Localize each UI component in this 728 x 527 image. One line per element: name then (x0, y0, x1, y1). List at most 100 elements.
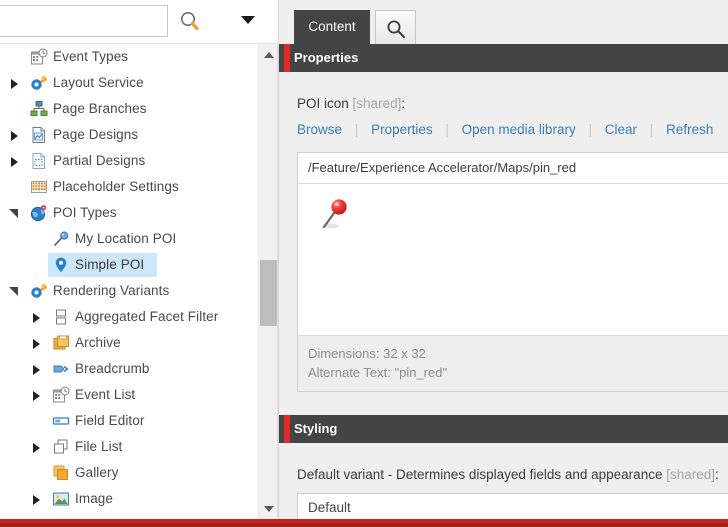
chevron-down-icon[interactable] (241, 16, 255, 24)
tree-item-layout-service[interactable]: Layout Service (0, 70, 258, 96)
tree-item-label: Layout Service (53, 75, 144, 90)
tree-item-label: Archive (75, 335, 121, 350)
event-list-icon (52, 386, 70, 404)
tree-item-event-types[interactable]: Event Types (0, 44, 258, 70)
tree-item-label: My Location POI (75, 231, 177, 246)
aggregated-facet-filter-icon (52, 308, 70, 326)
tree-item-label: Field Editor (75, 413, 145, 428)
red-pushpin-icon (318, 198, 352, 241)
tree-item-my-location-poi[interactable]: My Location POI (0, 226, 258, 252)
tree-item-event-list[interactable]: Event List (0, 382, 258, 408)
media-path-value[interactable]: /Feature/Experience Accelerator/Maps/pin… (298, 153, 728, 184)
tree-item-label: Event List (75, 387, 136, 402)
my-location-poi-icon (52, 230, 70, 248)
field-command-links: Browse | Properties | Open media library… (297, 122, 713, 142)
scroll-down-arrow-icon[interactable] (259, 500, 278, 517)
tree-item-label: Breadcrumb (75, 361, 150, 376)
tree-item-label: Event Types (53, 49, 129, 64)
expand-arrow-icon[interactable] (30, 382, 44, 408)
scrollbar-thumb[interactable] (260, 260, 277, 326)
tree-item-gallery[interactable]: Gallery (0, 460, 258, 486)
search-icon[interactable] (176, 8, 204, 34)
breadcrumb-icon (52, 360, 70, 378)
tree-item-aggregated-facet-filter[interactable]: Aggregated Facet Filter (0, 304, 258, 330)
page-designs-icon (30, 126, 48, 144)
refresh-link[interactable]: Refresh (666, 122, 713, 137)
expand-arrow-icon[interactable] (30, 356, 44, 382)
tree-item-label: Partial Designs (53, 153, 146, 168)
tree-item-label: Placeholder Settings (53, 179, 179, 194)
tab-content[interactable]: Content (294, 10, 370, 44)
poi-icon-field-label: POI icon [shared]: (297, 96, 405, 111)
content-tree-panel: Event Types Layout Service Page Branches Pa… (0, 0, 279, 527)
tree-item-file-list[interactable]: File List (0, 434, 258, 460)
link-separator: | (445, 122, 449, 137)
tree-item-simple-poi[interactable]: Simple POI (0, 252, 258, 278)
file-list-icon (52, 438, 70, 456)
tree-item-page-designs[interactable]: Page Designs (0, 122, 258, 148)
expand-arrow-icon[interactable] (30, 330, 44, 356)
partial-designs-icon (30, 152, 48, 170)
expand-arrow-icon[interactable] (8, 148, 22, 174)
page-branches-icon (30, 100, 48, 118)
placeholder-settings-icon (30, 178, 48, 196)
expand-arrow-icon[interactable] (30, 486, 44, 512)
media-metadata: Dimensions: 32 x 32 Alternate Text: "pin… (298, 335, 728, 391)
tree-item-archive[interactable]: Archive (0, 330, 258, 356)
expand-arrow-icon[interactable] (30, 304, 44, 330)
tree-scrollbar[interactable] (258, 44, 278, 519)
expand-arrow-icon[interactable] (8, 70, 22, 96)
tree-item-page-branches[interactable]: Page Branches (0, 96, 258, 122)
tab-search-button[interactable] (375, 10, 416, 45)
tree-item-placeholder-settings[interactable]: Placeholder Settings (0, 174, 258, 200)
collapse-arrow-icon[interactable] (8, 278, 22, 304)
tree-item-label: Rendering Variants (53, 283, 170, 298)
gallery-icon (52, 464, 70, 482)
content-tree[interactable]: Event Types Layout Service Page Branches Pa… (0, 44, 258, 519)
layout-service-icon (30, 74, 48, 92)
link-separator: | (354, 122, 359, 137)
default-variant-field-label: Default variant - Determines displayed f… (297, 467, 719, 482)
rendering-variants-icon (30, 282, 48, 300)
simple-poi-icon (52, 256, 70, 274)
expand-arrow-icon[interactable] (8, 122, 22, 148)
tree-item-label: Simple POI (75, 257, 145, 272)
tree-search-bar (0, 0, 279, 44)
expand-arrow-icon[interactable] (30, 434, 44, 460)
tree-item-partial-designs[interactable]: Partial Designs (0, 148, 258, 174)
section-title: Properties (294, 50, 359, 65)
tree-item-field-editor[interactable]: Field Editor (0, 408, 258, 434)
link-separator: | (649, 122, 654, 137)
section-title: Styling (294, 421, 338, 436)
section-header-styling: Styling (279, 415, 728, 443)
link-separator: | (588, 122, 592, 137)
search-input[interactable] (0, 5, 168, 37)
media-field-box: /Feature/Experience Accelerator/Maps/pin… (297, 152, 728, 392)
section-header-properties: Properties (279, 44, 728, 72)
tree-item-breadcrumb[interactable]: Breadcrumb (0, 356, 258, 382)
shared-badge: [shared] (352, 96, 402, 111)
browse-link[interactable]: Browse (297, 122, 342, 137)
tree-item-rendering-variants[interactable]: Rendering Variants (0, 278, 258, 304)
collapse-arrow-icon[interactable] (8, 200, 22, 226)
archive-icon (52, 334, 70, 352)
shared-badge: [shared] (666, 467, 716, 482)
bottom-accent-bar-highlight (0, 519, 728, 523)
tree-item-image[interactable]: Image (0, 486, 258, 512)
poi-types-icon (30, 204, 48, 222)
section-accent-bar (284, 415, 290, 443)
tree-item-label: File List (75, 439, 123, 454)
clear-link[interactable]: Clear (605, 122, 637, 137)
open-media-library-link[interactable]: Open media library (462, 122, 576, 137)
search-icon (387, 20, 405, 38)
tree-item-label: Page Designs (53, 127, 139, 142)
tree-item-label: Image (75, 491, 114, 506)
media-dimensions: Dimensions: 32 x 32 (308, 346, 426, 361)
tree-item-label: Gallery (75, 465, 119, 480)
properties-link[interactable]: Properties (371, 122, 433, 137)
tree-item-label: Page Branches (53, 101, 147, 116)
event-types-icon (30, 48, 48, 66)
tree-item-poi-types[interactable]: POI Types (0, 200, 258, 226)
scroll-up-arrow-icon[interactable] (259, 46, 278, 63)
tree-item-label: Aggregated Facet Filter (75, 309, 219, 324)
